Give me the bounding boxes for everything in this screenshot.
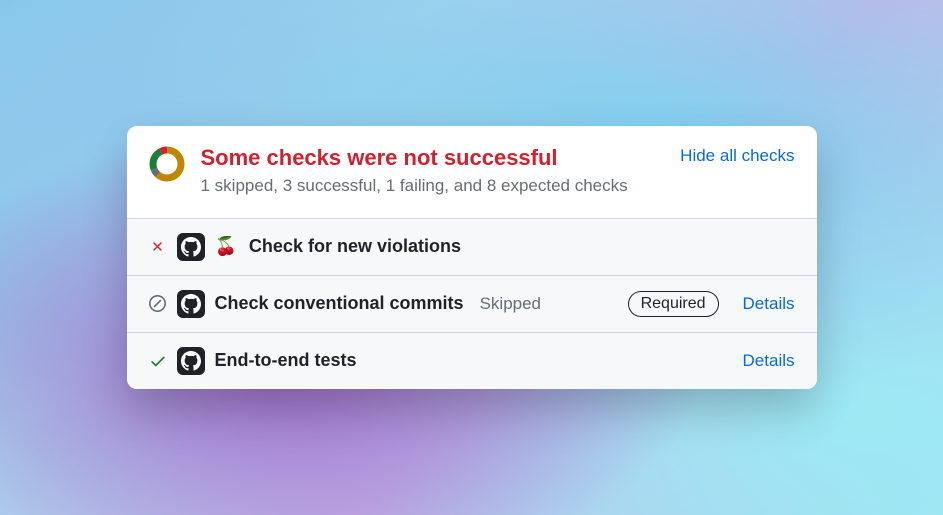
header-text-block: Some checks were not successful 1 skippe… <box>201 144 665 197</box>
checks-header: Some checks were not successful 1 skippe… <box>127 126 817 217</box>
github-icon <box>177 290 205 318</box>
github-icon <box>177 233 205 261</box>
check-name: End-to-end tests <box>215 350 357 371</box>
fail-icon <box>149 239 167 254</box>
check-name: Check conventional commits <box>215 293 464 314</box>
check-row: Check conventional commits Skipped Requi… <box>127 275 817 332</box>
check-name: Check for new violations <box>249 236 461 257</box>
skipped-icon <box>149 295 167 312</box>
github-icon <box>177 347 205 375</box>
check-row: End-to-end tests Details <box>127 332 817 389</box>
check-row: 🍒 Check for new violations <box>127 218 817 275</box>
success-icon <box>149 352 167 370</box>
cherry-emoji: 🍒 <box>215 236 237 257</box>
checks-subtitle: 1 skipped, 3 successful, 1 failing, and … <box>201 174 665 198</box>
donut-chart-icon <box>149 146 185 182</box>
checks-title: Some checks were not successful <box>201 144 665 172</box>
checks-card: Some checks were not successful 1 skippe… <box>127 126 817 388</box>
check-status-text: Skipped <box>480 294 541 314</box>
details-link[interactable]: Details <box>743 294 795 314</box>
hide-all-checks-link[interactable]: Hide all checks <box>680 146 794 166</box>
required-badge: Required <box>628 291 719 317</box>
details-link[interactable]: Details <box>743 351 795 371</box>
